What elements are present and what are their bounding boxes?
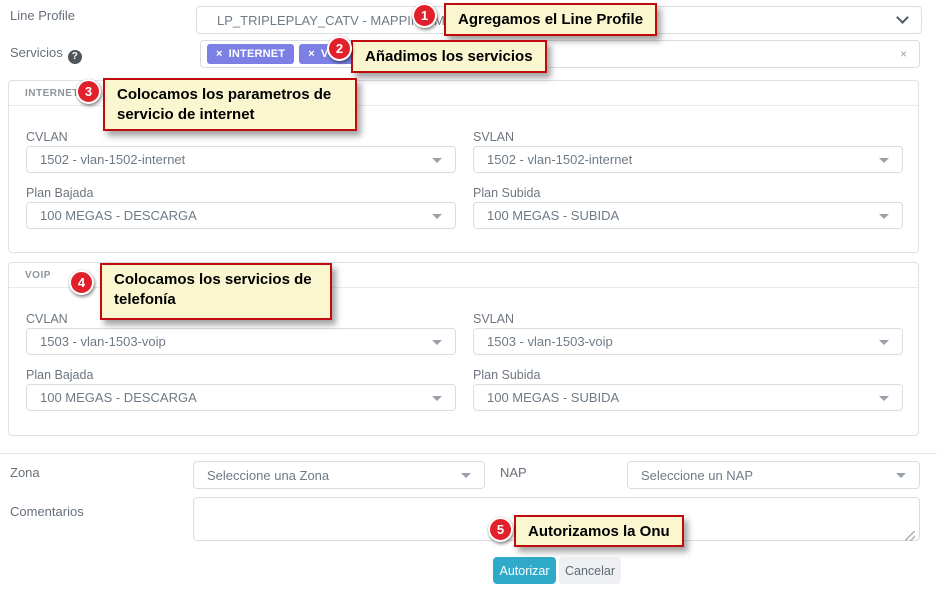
- internet-svlan-select[interactable]: 1502 - vlan-1502-internet: [473, 146, 903, 173]
- help-icon[interactable]: ?: [68, 50, 82, 64]
- dropdown-arrow-icon: [879, 396, 889, 406]
- clear-field-icon[interactable]: ×: [900, 47, 907, 61]
- plan-bajada-label: Plan Bajada: [26, 368, 93, 382]
- voip-cvlan-select[interactable]: 1503 - vlan-1503-voip: [26, 328, 456, 355]
- cvlan-label: CVLAN: [26, 312, 68, 326]
- svlan-label: SVLAN: [473, 130, 514, 144]
- dropdown-arrow-icon: [461, 473, 471, 483]
- internet-cvlan-select[interactable]: 1502 - vlan-1502-internet: [26, 146, 456, 173]
- line-profile-label: Line Profile: [10, 8, 75, 23]
- step-badge-2: 2: [327, 36, 352, 61]
- comentarios-label: Comentarios: [10, 504, 84, 519]
- chevron-down-icon: [896, 11, 909, 24]
- voip-plan-subida-select[interactable]: 100 MEGAS - SUBIDA: [473, 384, 903, 411]
- callout-4: Colocamos los servicios de telefonía: [100, 263, 332, 320]
- autorizar-button[interactable]: Autorizar: [493, 557, 556, 584]
- page: Line Profile LP_TRIPLEPLAY_CATV - MAPPIN…: [0, 0, 937, 595]
- divider: [0, 453, 937, 454]
- internet-panel-title: INTERNET: [25, 88, 79, 99]
- svlan-label: SVLAN: [473, 312, 514, 326]
- nap-label: NAP: [500, 465, 527, 480]
- resize-handle-icon[interactable]: [905, 531, 915, 541]
- cvlan-label: CVLAN: [26, 130, 68, 144]
- callout-1: Agregamos el Line Profile: [444, 3, 657, 36]
- step-badge-5: 5: [488, 517, 513, 542]
- zona-select[interactable]: Seleccione una Zona: [193, 461, 485, 489]
- callout-5: Autorizamos la Onu: [514, 515, 684, 547]
- dropdown-arrow-icon: [432, 158, 442, 168]
- dropdown-arrow-icon: [432, 214, 442, 224]
- voip-svlan-select[interactable]: 1503 - vlan-1503-voip: [473, 328, 903, 355]
- dropdown-arrow-icon: [432, 340, 442, 350]
- remove-tag-icon[interactable]: ×: [308, 48, 315, 60]
- step-badge-4: 4: [69, 270, 94, 295]
- dropdown-arrow-icon: [896, 473, 906, 483]
- step-badge-1: 1: [412, 3, 437, 28]
- dropdown-arrow-icon: [432, 396, 442, 406]
- dropdown-arrow-icon: [879, 340, 889, 350]
- service-tag-label: INTERNET: [229, 48, 286, 60]
- cancelar-button[interactable]: Cancelar: [559, 557, 621, 584]
- services-label: Servicios?: [10, 45, 82, 64]
- service-tag-internet[interactable]: × INTERNET: [207, 44, 294, 64]
- remove-tag-icon[interactable]: ×: [216, 48, 223, 60]
- dropdown-arrow-icon: [879, 214, 889, 224]
- services-multiselect[interactable]: × INTERNET × VOIP ×: [200, 40, 920, 68]
- voip-panel-title: VOIP: [25, 270, 51, 281]
- dropdown-arrow-icon: [879, 158, 889, 168]
- nap-select[interactable]: Seleccione un NAP: [627, 461, 920, 489]
- internet-plan-bajada-select[interactable]: 100 MEGAS - DESCARGA: [26, 202, 456, 229]
- callout-2: Añadimos los servicios: [351, 40, 547, 73]
- zona-label: Zona: [10, 465, 40, 480]
- internet-plan-subida-select[interactable]: 100 MEGAS - SUBIDA: [473, 202, 903, 229]
- plan-subida-label: Plan Subida: [473, 368, 540, 382]
- voip-plan-bajada-select[interactable]: 100 MEGAS - DESCARGA: [26, 384, 456, 411]
- plan-subida-label: Plan Subida: [473, 186, 540, 200]
- step-badge-3: 3: [76, 79, 101, 104]
- plan-bajada-label: Plan Bajada: [26, 186, 93, 200]
- callout-3: Colocamos los parametros de servicio de …: [103, 78, 357, 131]
